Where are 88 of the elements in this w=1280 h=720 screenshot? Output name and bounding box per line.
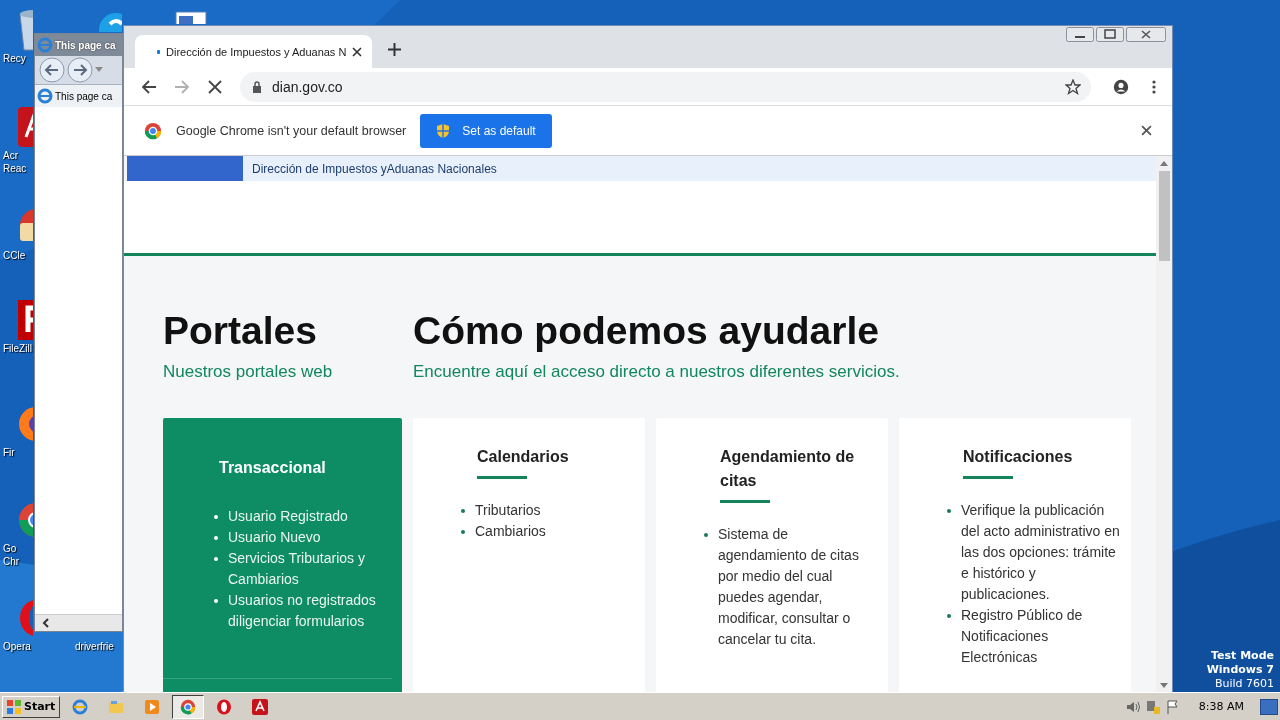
desktop-icon-label[interactable]: Chr — [3, 555, 20, 568]
desktop-icon-label[interactable]: CCle — [3, 249, 26, 262]
vertical-scrollbar[interactable] — [1156, 156, 1172, 693]
window-title: This page ca — [55, 39, 116, 51]
card-title: Agendamiento de citas — [720, 447, 856, 491]
internet-explorer-icon — [72, 698, 89, 715]
card-link[interactable]: Verifique la publicación del acto administrativo en las dos opciones: trámite e histórico y publicaciones. — [961, 500, 1121, 605]
taskbar-app-button[interactable] — [172, 694, 205, 719]
new-tab-icon[interactable] — [388, 43, 402, 56]
bullet-icon — [461, 509, 465, 513]
horizontal-scrollbar[interactable] — [35, 614, 122, 631]
back-icon[interactable] — [39, 57, 65, 83]
scroll-up-icon[interactable] — [1160, 161, 1168, 166]
scroll-thumb[interactable] — [1158, 171, 1170, 261]
dropdown-icon[interactable] — [95, 67, 103, 73]
forward-icon[interactable] — [67, 57, 93, 83]
card-link[interactable]: Servicios Tributarios y Cambiarios — [228, 548, 392, 590]
internet-explorer-icon — [37, 88, 53, 104]
site-name[interactable]: Dirección de Impuestos yAduanas Nacionales — [252, 161, 497, 176]
card-title: Notificaciones — [963, 447, 1074, 467]
address-bar[interactable]: dian.gov.co — [240, 71, 1091, 102]
service-card[interactable]: Agendamiento de citas Sistema de agendamiento de citas por medio del cual puedes agendar, modificar, consultar o cancelar tu cita. — [656, 418, 888, 693]
chrome-icon — [144, 121, 162, 140]
browser-tab[interactable]: This page ca — [35, 84, 122, 107]
section-subtitle: Nuestros portales web — [163, 362, 334, 382]
bullet-icon — [214, 557, 218, 561]
desktop-icon-label[interactable]: Recy — [3, 52, 26, 65]
clock[interactable]: 8:38 AM — [1198, 700, 1244, 713]
chrome-icon — [180, 698, 197, 715]
test-mode-text: Test Mode — [1211, 649, 1274, 663]
bullet-icon — [947, 614, 951, 618]
section-subtitle: Encuentre aquí el acceso directo a nuestros diferentes servicios. — [413, 362, 900, 382]
desktop-icon-label[interactable]: FileZill — [3, 342, 32, 355]
card-link[interactable]: Usuarios no registrados diligenciar formularios — [228, 590, 392, 632]
desktop-icon-label[interactable]: Reac — [3, 162, 27, 175]
card-title: Transaccional — [219, 458, 327, 478]
service-card[interactable]: Transaccional Usuario Registrado Usuario Nuevo Servicios Tributarios y Cambiarios Usuarios no registrados diligenciar formularios — [163, 418, 402, 693]
back-icon[interactable] — [141, 78, 157, 95]
start-button[interactable]: Start — [2, 695, 61, 718]
infobar-message: Google Chrome isn't your default browser — [176, 123, 407, 138]
shield-icon — [436, 122, 451, 139]
windows-logo-icon — [6, 698, 22, 715]
close-icon[interactable] — [1141, 125, 1152, 136]
desktop-icon-label[interactable]: Go — [3, 542, 17, 555]
desktop-icon-label[interactable]: Fir — [3, 446, 15, 459]
scroll-left-icon[interactable] — [41, 618, 51, 628]
stop-icon[interactable] — [207, 78, 223, 95]
test-mode-text: Build 7601 — [1214, 677, 1274, 691]
card-link[interactable]: Sistema de agendamiento de citas por medio del cual puedes agendar, modificar, consultar o cancelar tu cita. — [718, 524, 878, 650]
bullet-icon — [214, 536, 218, 540]
bullet-icon — [214, 515, 218, 519]
scroll-down-icon[interactable] — [1160, 683, 1168, 688]
media-player-icon — [144, 698, 161, 715]
tab-title: Dirección de Impuestos y Aduanas N — [166, 45, 347, 58]
internet-explorer-icon — [37, 37, 53, 53]
section-heading: Portales — [163, 308, 318, 354]
close-icon[interactable] — [352, 46, 363, 57]
card-title: Calendarios — [477, 447, 570, 467]
lock-icon — [252, 80, 262, 93]
browser-tab[interactable]: Dirección de Impuestos y Aduanas N — [135, 35, 373, 68]
card-link[interactable]: Usuario Nuevo — [228, 527, 321, 548]
minimize-icon[interactable] — [1066, 27, 1094, 42]
acrobat-icon — [252, 698, 269, 715]
card-link[interactable]: Registro Público de Notificaciones Electrónicas — [961, 605, 1121, 668]
bullet-icon — [704, 533, 708, 537]
opera-icon — [216, 698, 233, 715]
flag-icon[interactable] — [1164, 698, 1181, 715]
card-link[interactable]: Cambiarios — [475, 521, 546, 542]
desktop-icon-label[interactable]: driverfrie — [75, 640, 114, 653]
restore-icon[interactable] — [1096, 27, 1124, 42]
desktop-icon-label[interactable]: Opera — [3, 640, 31, 653]
star-icon[interactable] — [1065, 78, 1081, 95]
card-link[interactable]: Tributarios — [475, 500, 541, 521]
profile-icon[interactable] — [1113, 78, 1129, 95]
set-default-button[interactable]: Set as default — [420, 113, 552, 148]
bullet-icon — [461, 530, 465, 534]
folder-icon — [108, 698, 125, 715]
close-icon[interactable] — [1126, 27, 1166, 42]
bullet-icon — [947, 509, 951, 513]
show-desktop-button[interactable] — [1260, 698, 1278, 715]
network-icon[interactable] — [1144, 698, 1161, 715]
service-card[interactable]: Calendarios Tributarios Cambiarios — [413, 418, 645, 693]
service-card[interactable]: Notificaciones Verifique la publicación del acto administrativo en las dos opciones: trámite e histórico y publicaciones. Registro Público de Notificaciones Electrónicas — [899, 418, 1131, 693]
section-heading: Cómo podemos ayudarle — [413, 308, 880, 354]
test-mode-text: Windows 7 — [1206, 663, 1274, 677]
desktop-icon-label[interactable]: Acr — [3, 149, 18, 162]
bullet-icon — [214, 599, 218, 603]
card-link[interactable]: Usuario Registrado — [228, 506, 348, 527]
